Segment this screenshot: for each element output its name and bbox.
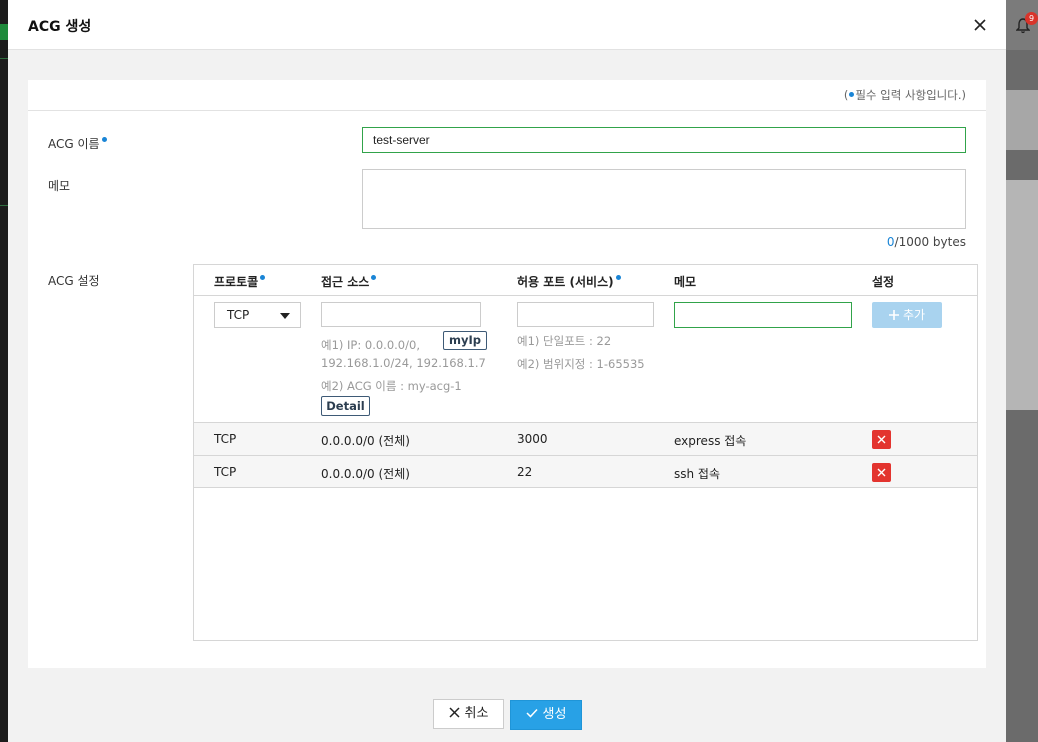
required-dot-icon: [260, 275, 266, 280]
acg-create-modal: ACG 생성 ( 필수 입력 사항입니다.) ACG 이름 메모 0/1000 b…: [8, 0, 1006, 742]
row-protocol: TCP: [214, 432, 237, 446]
header-settings: 설정: [872, 275, 895, 289]
close-icon[interactable]: [972, 17, 988, 33]
byte-counter: 0/1000 bytes: [887, 235, 966, 249]
create-button[interactable]: 생성: [510, 700, 582, 730]
port-input[interactable]: [517, 302, 654, 327]
header-protocol: 프로토콜: [214, 273, 266, 290]
row-memo: express 접속: [674, 434, 747, 448]
row-port: 22: [517, 465, 533, 479]
close-icon: [877, 468, 886, 477]
delete-rule-button[interactable]: [872, 430, 891, 449]
header-port: 허용 포트 (서비스): [517, 273, 621, 290]
acg-name-label: ACG 이름: [48, 135, 107, 152]
cancel-label: 취소: [464, 706, 489, 721]
modal-header: ACG 생성: [8, 0, 1006, 50]
background-divider: [0, 205, 8, 206]
background-panel: [1006, 90, 1038, 150]
header-memo: 메모: [674, 275, 697, 289]
required-note-open: (: [843, 88, 849, 102]
required-note-text: 필수 입력 사항입니다.): [855, 88, 966, 102]
form-panel: ( 필수 입력 사항입니다.) ACG 이름 메모 0/1000 bytes AC…: [28, 80, 986, 668]
required-dot-icon: [849, 91, 855, 97]
row-memo: ssh 접속: [674, 467, 721, 481]
source-hint-2: 192.168.1.0/24, 192.168.1.7: [321, 356, 486, 370]
row-source: 0.0.0.0/0 (전체): [321, 467, 410, 481]
myip-button[interactable]: myIp: [443, 331, 487, 350]
acg-rules-table: 프로토콜 접근 소스 허용 포트 (서비스) 메모 설정 TCP myIp 예1…: [193, 264, 978, 641]
delete-rule-button[interactable]: [872, 463, 891, 482]
row-port: 3000: [517, 432, 548, 446]
acg-name-label-text: ACG 이름: [48, 137, 100, 151]
background-panel: [1006, 180, 1038, 410]
source-input[interactable]: [321, 302, 481, 327]
header-source: 접근 소스: [321, 273, 377, 290]
header-port-text: 허용 포트 (서비스): [517, 275, 614, 289]
memo-textarea[interactable]: [362, 169, 966, 229]
background-highlight: [0, 24, 8, 40]
required-dot-icon: [101, 137, 107, 142]
header-source-text: 접근 소스: [321, 275, 370, 289]
port-hint-2: 예2) 범위지정 : 1-65535: [517, 357, 645, 371]
check-icon: [526, 708, 538, 718]
acg-name-input[interactable]: [362, 127, 966, 153]
row-source: 0.0.0.0/0 (전체): [321, 434, 410, 448]
background-content: 9: [1006, 0, 1038, 742]
plus-icon: [888, 310, 899, 320]
caret-down-icon: [280, 313, 290, 319]
rule-memo-input[interactable]: [674, 302, 852, 328]
background-sidebar: [0, 0, 8, 742]
protocol-select[interactable]: TCP: [214, 302, 301, 328]
divider: [28, 110, 986, 111]
header-divider: [194, 295, 977, 296]
add-rule-label: 추가: [902, 308, 926, 322]
close-icon: [877, 435, 886, 444]
cancel-button[interactable]: 취소: [433, 699, 504, 729]
protocol-select-value: TCP: [227, 308, 250, 322]
add-rule-button[interactable]: 추가: [872, 302, 942, 328]
byte-limit: /1000 bytes: [894, 235, 966, 249]
row-protocol: TCP: [214, 465, 237, 479]
acg-settings-label: ACG 설정: [48, 274, 100, 288]
notification-badge: 9: [1025, 12, 1038, 25]
detail-button[interactable]: Detail: [321, 396, 370, 416]
source-hint-3: 예2) ACG 이름 : my-acg-1: [321, 379, 462, 393]
source-hint-1: 예1) IP: 0.0.0.0/0,: [321, 338, 420, 352]
table-row: TCP 0.0.0.0/0 (전체) 3000 express 접속: [194, 422, 977, 455]
required-note: ( 필수 입력 사항입니다.): [844, 87, 966, 103]
required-dot-icon: [371, 275, 377, 280]
byte-count: 0: [886, 235, 895, 249]
table-row: TCP 0.0.0.0/0 (전체) 22 ssh 접속: [194, 455, 977, 488]
required-dot-icon: [615, 275, 621, 280]
create-label: 생성: [542, 707, 567, 722]
port-hint-1: 예1) 단일포트 : 22: [517, 334, 612, 348]
memo-label: 메모: [48, 179, 71, 193]
close-icon: [449, 707, 460, 718]
background-divider: [0, 58, 8, 59]
header-protocol-text: 프로토콜: [214, 275, 259, 289]
modal-title: ACG 생성: [28, 19, 92, 35]
